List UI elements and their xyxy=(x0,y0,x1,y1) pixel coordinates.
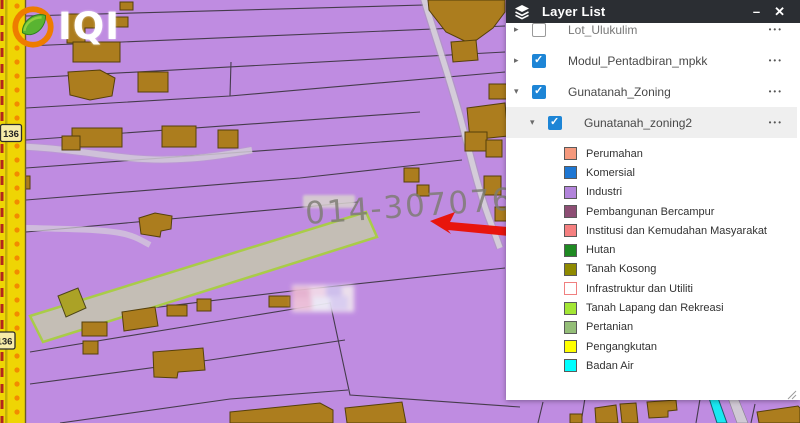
panel-resize-handle[interactable] xyxy=(787,390,797,400)
highway-strip xyxy=(0,0,26,423)
expand-caret-icon[interactable]: ▸ xyxy=(514,24,527,35)
legend-item: Pengangkutan xyxy=(506,337,797,356)
layer-menu-icon[interactable]: ••• xyxy=(769,118,783,127)
iqi-logo-icon xyxy=(10,2,56,50)
legend-swatch xyxy=(564,224,577,237)
legend-item: Pembangunan Bercampur xyxy=(506,202,797,221)
layer-label[interactable]: Gunatanah_Zoning xyxy=(568,85,671,99)
layer-row-gunatanah-zoning2[interactable]: ▾ Gunatanah_zoning2 ••• xyxy=(506,107,797,138)
layer-list-panel: Layer List – ✕ ▸ Lot_Ulukulim ••• ▸ Modu… xyxy=(506,0,800,400)
redacted-label-patch xyxy=(292,285,354,312)
legend-item: Institusi dan Kemudahan Masyarakat xyxy=(506,221,797,240)
legend-label: Komersial xyxy=(586,167,635,179)
layer-checkbox-unchecked[interactable] xyxy=(532,23,546,37)
layer-checkbox-checked[interactable] xyxy=(532,54,546,68)
layer-checkbox-checked[interactable] xyxy=(532,85,546,99)
layer-menu-icon[interactable]: ••• xyxy=(769,87,783,96)
svg-text:136: 136 xyxy=(0,337,12,348)
legend-swatch xyxy=(564,244,577,257)
legend-label: Badan Air xyxy=(586,360,634,372)
legend-item: Tanah Lapang dan Rekreasi xyxy=(506,298,797,317)
iqi-logo-text: IQI xyxy=(58,5,120,48)
layer-label[interactable]: Modul_Pentadbiran_mpkk xyxy=(568,54,707,68)
layer-menu-icon[interactable]: ••• xyxy=(769,56,783,65)
legend-swatch xyxy=(564,321,577,334)
legend-item: Industri xyxy=(506,183,797,202)
layer-row-lot-ulukulim[interactable]: ▸ Lot_Ulukulim ••• xyxy=(506,23,797,45)
legend-label: Pengangkutan xyxy=(586,341,657,353)
legend-swatch xyxy=(564,302,577,315)
legend-swatch xyxy=(564,205,577,218)
legend-swatch xyxy=(564,147,577,160)
legend-item: Komersial xyxy=(506,163,797,182)
legend-list: Perumahan Komersial Industri Pembangunan Be… xyxy=(506,144,797,376)
legend-item: Infrastruktur dan Utiliti xyxy=(506,279,797,298)
route-shield: 136 xyxy=(0,332,15,349)
legend-swatch xyxy=(564,166,577,179)
panel-header: Layer List – ✕ xyxy=(506,0,800,23)
iqi-logo: IQI xyxy=(10,2,120,50)
legend-item: Perumahan xyxy=(506,144,797,163)
legend-label: Institusi dan Kemudahan Masyarakat xyxy=(586,225,767,237)
legend-item: Pertanian xyxy=(506,318,797,337)
layers-icon xyxy=(514,4,530,20)
legend-item: Badan Air xyxy=(506,356,797,375)
legend-label: Tanah Lapang dan Rekreasi xyxy=(586,302,724,314)
legend-swatch xyxy=(564,282,577,295)
close-button[interactable]: ✕ xyxy=(767,0,792,23)
layer-list-content[interactable]: ▸ Lot_Ulukulim ••• ▸ Modul_Pentadbiran_m… xyxy=(506,23,800,400)
collapse-caret-icon[interactable]: ▾ xyxy=(530,117,543,128)
legend-label: Tanah Kosong xyxy=(586,263,656,275)
panel-title: Layer List xyxy=(542,4,605,19)
layer-label[interactable]: Gunatanah_zoning2 xyxy=(584,116,692,130)
layer-row-modul-pentadbiran[interactable]: ▸ Modul_Pentadbiran_mpkk ••• xyxy=(506,45,797,76)
collapse-caret-icon[interactable]: ▾ xyxy=(514,86,527,97)
legend-label: Infrastruktur dan Utiliti xyxy=(586,283,693,295)
legend-swatch xyxy=(564,263,577,276)
legend-swatch xyxy=(564,359,577,372)
route-shield: 136 xyxy=(1,125,22,142)
legend-label: Perumahan xyxy=(586,148,643,160)
svg-text:136: 136 xyxy=(3,129,19,140)
legend-item: Tanah Kosong xyxy=(506,260,797,279)
legend-label: Hutan xyxy=(586,244,615,256)
legend-swatch xyxy=(564,340,577,353)
layer-label[interactable]: Lot_Ulukulim xyxy=(568,23,637,37)
layer-menu-icon[interactable]: ••• xyxy=(769,25,783,34)
layer-checkbox-checked[interactable] xyxy=(548,116,562,130)
legend-swatch xyxy=(564,186,577,199)
expand-caret-icon[interactable]: ▸ xyxy=(514,55,527,66)
layer-row-gunatanah-zoning[interactable]: ▾ Gunatanah_Zoning ••• xyxy=(506,76,797,107)
minimize-button[interactable]: – xyxy=(746,0,767,23)
legend-item: Hutan xyxy=(506,240,797,259)
legend-label: Industri xyxy=(586,186,622,198)
legend-label: Pertanian xyxy=(586,321,633,333)
legend-label: Pembangunan Bercampur xyxy=(586,206,714,218)
